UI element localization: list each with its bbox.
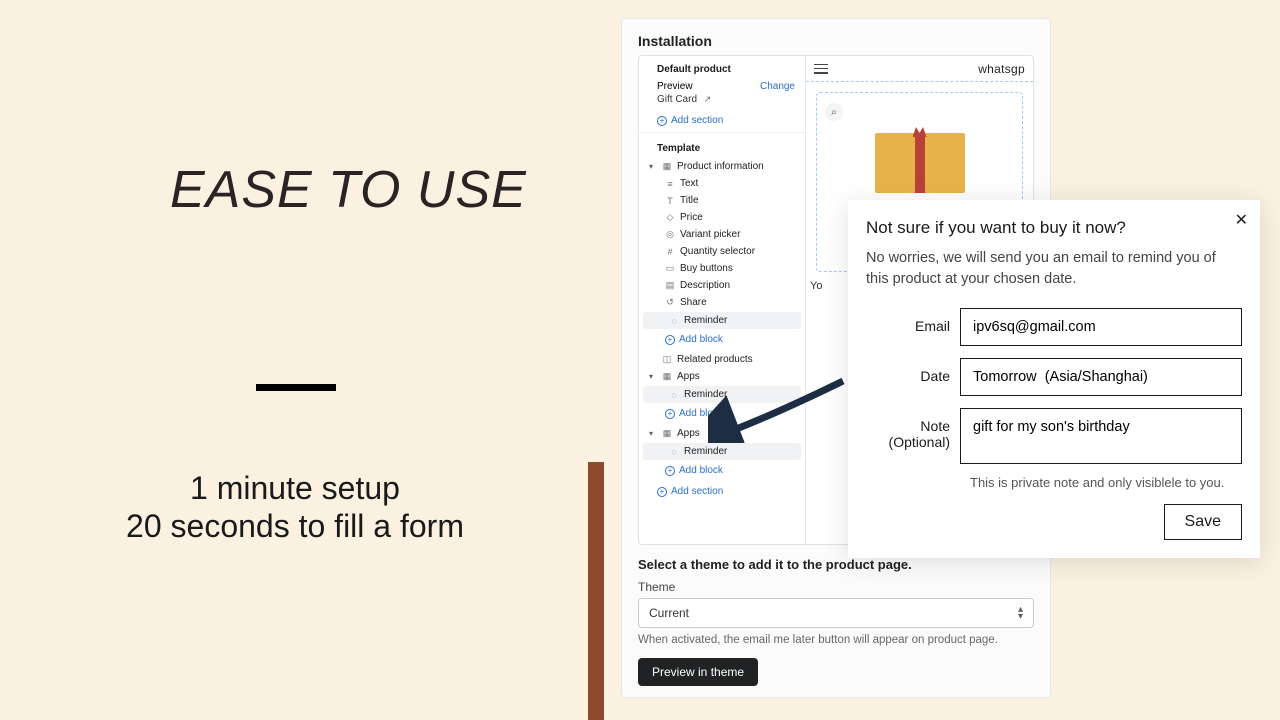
template-label: Template	[639, 132, 805, 158]
buy-icon: ▭	[665, 263, 675, 274]
external-link-icon[interactable]: ↗	[704, 94, 712, 104]
date-label: Date	[866, 358, 960, 384]
hamburger-icon[interactable]	[814, 64, 828, 74]
apps-block-reminder-1[interactable]: ◌Reminder	[643, 386, 801, 403]
reminder-icon: ◌	[669, 390, 679, 400]
description-icon: ▤	[665, 280, 675, 291]
apps-block-reminder-2[interactable]: ◌Reminder	[643, 443, 801, 460]
select-theme-heading: Select a theme to add it to the product …	[638, 557, 1034, 572]
theme-value: Current	[649, 606, 689, 620]
reminder-icon: ◌	[669, 316, 679, 326]
select-stepper-icon: ▴▾	[1018, 606, 1023, 620]
plus-icon: +	[665, 409, 675, 419]
block-reminder[interactable]: ◌Reminder	[643, 312, 801, 329]
section-icon: ▦	[662, 161, 672, 172]
email-field[interactable]	[960, 308, 1242, 346]
zoom-icon[interactable]: ⌕	[825, 103, 843, 121]
block-share[interactable]: ↺Share	[639, 294, 805, 311]
block-variant-picker[interactable]: ◎Variant picker	[639, 226, 805, 243]
share-icon: ↺	[665, 297, 675, 308]
apps-node-2[interactable]: ▾ ▦ Apps	[639, 425, 805, 442]
preview-brand: whatsgp	[978, 62, 1025, 76]
close-icon[interactable]: ✕	[1235, 210, 1248, 230]
block-quantity-selector[interactable]: #Quantity selector	[639, 243, 805, 260]
popup-lead: No worries, we will send you an email to…	[866, 248, 1242, 290]
plus-icon: +	[657, 487, 667, 497]
theme-hint: When activated, the email me later butto…	[638, 634, 1034, 646]
divider	[256, 384, 336, 391]
variant-icon: ◎	[665, 229, 675, 240]
product-information-node[interactable]: ▾ ▦ Product information	[639, 158, 805, 175]
price-icon: ◇	[665, 212, 675, 223]
theme-label: Theme	[638, 580, 1034, 594]
installation-title: Installation	[638, 33, 1034, 49]
change-link[interactable]: Change	[760, 81, 795, 92]
block-text[interactable]: ≡Text	[639, 175, 805, 192]
headline: EASE TO USE	[170, 160, 527, 220]
marketing-left: EASE TO USE 1 minute setup 20 seconds to…	[0, 0, 590, 720]
add-block-link-3[interactable]: + Add block	[639, 461, 805, 482]
block-description[interactable]: ▤Description	[639, 277, 805, 294]
reminder-icon: ◌	[669, 447, 679, 457]
block-buy-buttons[interactable]: ▭Buy buttons	[639, 260, 805, 277]
note-help: This is private note and only visiblele …	[970, 475, 1242, 490]
chevron-down-icon: ▾	[649, 162, 657, 171]
quantity-icon: #	[665, 247, 675, 257]
plus-icon: +	[657, 116, 667, 126]
theme-select[interactable]: Current ▴▾	[638, 598, 1034, 628]
note-label: Note (Optional)	[866, 408, 960, 450]
subline-2: 20 seconds to fill a form	[0, 508, 590, 545]
product-image	[875, 133, 965, 193]
plus-icon: +	[665, 335, 675, 345]
gift-card-label: Gift Card	[657, 94, 697, 105]
title-icon: T	[665, 196, 675, 206]
apps-node-1[interactable]: ▾ ▦ Apps	[639, 368, 805, 385]
apps-icon: ▦	[662, 428, 672, 439]
email-label: Email	[866, 308, 960, 334]
reminder-popup: ✕ Not sure if you want to buy it now? No…	[848, 200, 1260, 558]
text-icon: ≡	[665, 179, 675, 189]
add-block-link-1[interactable]: + Add block	[639, 330, 805, 351]
apps-icon: ▦	[662, 371, 672, 382]
save-button[interactable]: Save	[1164, 504, 1242, 540]
related-products-node[interactable]: ▾ ◫ Related products	[639, 351, 805, 368]
editor-tree: Default product Preview Change Gift Card…	[639, 56, 806, 544]
add-section-link-2[interactable]: + Add section	[639, 482, 805, 503]
plus-icon: +	[665, 466, 675, 476]
popup-title: Not sure if you want to buy it now?	[866, 218, 1242, 238]
add-section-link[interactable]: + Add section	[639, 111, 805, 132]
preview-label: Preview	[657, 81, 693, 92]
block-price[interactable]: ◇Price	[639, 209, 805, 226]
chevron-down-icon: ▾	[649, 429, 657, 438]
date-field[interactable]	[960, 358, 1242, 396]
accent-bar	[588, 462, 604, 720]
note-field[interactable]	[960, 408, 1242, 464]
block-title[interactable]: TTitle	[639, 192, 805, 209]
related-icon: ◫	[662, 354, 672, 365]
add-block-link-2[interactable]: + Add block	[639, 404, 805, 425]
subline-1: 1 minute setup	[0, 470, 590, 507]
preview-in-theme-button[interactable]: Preview in theme	[638, 658, 758, 686]
default-product-label: Default product	[639, 56, 805, 79]
chevron-down-icon: ▾	[649, 372, 657, 381]
